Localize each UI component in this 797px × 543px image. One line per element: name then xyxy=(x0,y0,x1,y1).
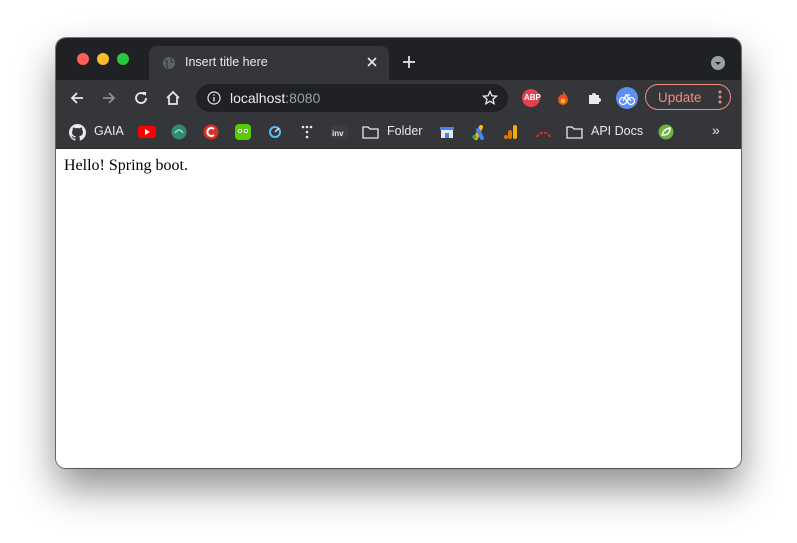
duolingo-icon[interactable] xyxy=(235,124,251,140)
close-window-button[interactable] xyxy=(77,53,89,65)
title-bar: Insert title here xyxy=(56,38,741,80)
inv-logo-icon[interactable]: inv xyxy=(331,124,348,140)
folder-icon-2[interactable] xyxy=(566,124,583,140)
folder-icon[interactable] xyxy=(362,124,379,140)
store-icon[interactable] xyxy=(439,124,455,140)
bookmarks-overflow-chevron-icon[interactable]: » xyxy=(712,122,720,138)
spring-leaf-icon[interactable] xyxy=(658,124,674,140)
bookmarks-bar: GAIA inv Folder API Docs » xyxy=(56,116,741,149)
youtube-icon[interactable] xyxy=(138,124,156,140)
url-host: localhost xyxy=(230,90,286,106)
bookmark-folder-label[interactable]: Folder xyxy=(387,124,422,138)
browser-window: Insert title here localhost:8080 ABP Upd… xyxy=(56,38,741,468)
c-logo-icon[interactable] xyxy=(203,124,219,140)
back-arrow-icon[interactable] xyxy=(68,89,86,107)
bookmark-gaia-label[interactable]: GAIA xyxy=(94,124,124,138)
update-label: Update xyxy=(658,90,702,105)
address-bar[interactable]: localhost:8080 xyxy=(196,84,508,112)
google-ads-icon[interactable] xyxy=(471,124,487,140)
page-content: Hello! Spring boot. xyxy=(56,149,741,468)
fire-extension-icon[interactable] xyxy=(554,89,572,107)
bookmark-star-icon[interactable] xyxy=(482,90,498,106)
blue-spiral-icon[interactable] xyxy=(267,124,283,140)
minimize-window-button[interactable] xyxy=(97,53,109,65)
fullscreen-window-button[interactable] xyxy=(117,53,129,65)
url-port: :8080 xyxy=(285,90,321,106)
red-arc-icon[interactable] xyxy=(535,124,552,140)
site-info-icon[interactable] xyxy=(207,91,221,105)
kebab-menu-icon[interactable] xyxy=(718,90,722,104)
home-icon[interactable] xyxy=(164,89,182,107)
profile-avatar-icon[interactable] xyxy=(616,87,638,109)
bike-avatar-icon xyxy=(618,93,636,106)
reload-icon[interactable] xyxy=(132,89,150,107)
adblock-plus-icon[interactable]: ABP xyxy=(522,89,541,107)
svg-text:inv: inv xyxy=(332,129,344,138)
tab-active[interactable]: Insert title here xyxy=(149,46,389,80)
globe-icon xyxy=(163,57,175,69)
github-icon[interactable] xyxy=(69,124,86,141)
puzzle-icon[interactable] xyxy=(586,89,604,107)
tab-title: Insert title here xyxy=(185,55,268,69)
tab-search-icon[interactable] xyxy=(711,56,725,70)
analytics-icon[interactable] xyxy=(503,124,519,140)
dots-logo-icon[interactable] xyxy=(299,124,315,140)
bookmark-api-docs-label[interactable]: API Docs xyxy=(591,124,643,138)
adblock-plus-label: ABP xyxy=(524,93,541,102)
page-body-text: Hello! Spring boot. xyxy=(64,157,188,174)
close-tab-icon[interactable] xyxy=(365,55,379,69)
update-button[interactable]: Update xyxy=(645,84,731,110)
url-text[interactable]: localhost:8080 xyxy=(230,90,320,106)
toolbar: localhost:8080 ABP Update xyxy=(56,80,741,116)
forward-arrow-icon[interactable] xyxy=(100,89,118,107)
new-tab-icon[interactable] xyxy=(402,55,416,69)
green-logo-icon[interactable] xyxy=(171,124,187,140)
